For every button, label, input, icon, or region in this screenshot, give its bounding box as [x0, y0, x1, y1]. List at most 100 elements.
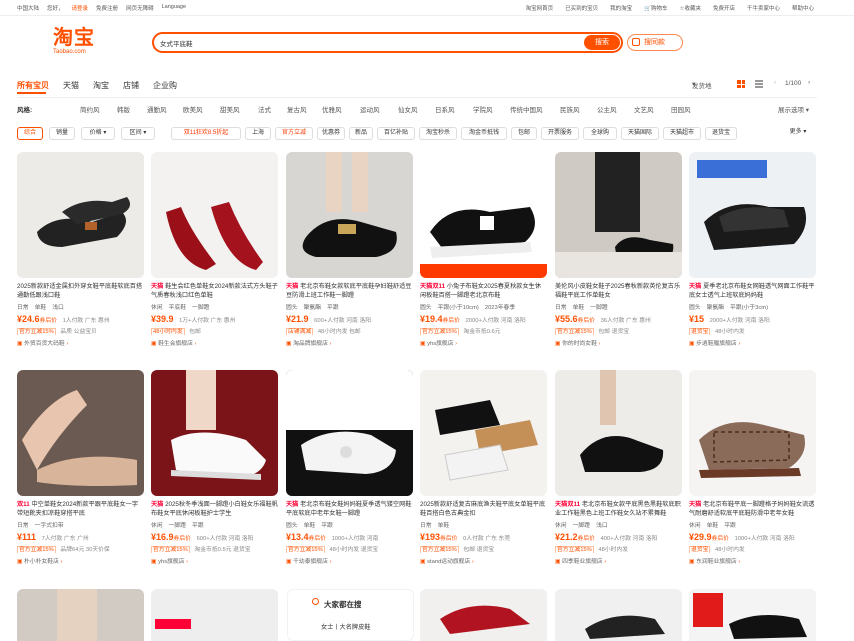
tab-enterprise[interactable]: 企业购	[153, 80, 177, 91]
purchased-link[interactable]: 已买到的宝贝	[565, 4, 598, 12]
chip-tmall-global[interactable]: 天猫国际	[621, 127, 659, 140]
open-shop-link[interactable]: 免费开店	[713, 4, 735, 12]
product-image[interactable]	[689, 152, 816, 278]
chip-invoice[interactable]: 开票服务	[541, 127, 579, 140]
chip-new[interactable]: 新品	[349, 127, 373, 140]
shop-link[interactable]: ▣ 朴小朴女鞋店 ›	[17, 556, 144, 565]
product-title[interactable]: 天猫 老北京布鞋女鞋妈妈鞋夏季透气镂空网鞋平底软底中老年女鞋一脚蹬	[286, 500, 413, 518]
product-title[interactable]: 美伦风小皮鞋女鞋子2025春秋新款英伦复古乐福鞋平底工作单鞋女	[555, 282, 682, 300]
display-options[interactable]: 展示选项 ▾	[778, 104, 809, 114]
product-image[interactable]	[555, 370, 682, 496]
product-card[interactable]	[17, 589, 144, 641]
favorites-link[interactable]: ☆收藏夹	[680, 4, 701, 12]
help-center-link[interactable]: 帮助中心	[792, 4, 814, 12]
product-image[interactable]	[689, 370, 816, 496]
style-option[interactable]: 学院风	[473, 104, 493, 114]
product-card[interactable]: 2025新款舒适复古麻底渔夫鞋平底女单鞋平底鞋百搭白色古典金扣 日常 单鞋 ¥193券…	[420, 370, 547, 565]
style-option[interactable]: 韩版	[117, 104, 130, 114]
product-card[interactable]: 天猫 老北京布鞋女款软底平底鞋孕妇鞋舒适豆豆防滑上班工作鞋一脚蹬 圆头 聚氨酯 平跟 ¥…	[286, 152, 413, 347]
product-title[interactable]: 天猫 鞋生会红色单鞋女2024新款法式方头鞋子气质春秋浅口红色单鞋	[151, 282, 278, 300]
chip-shanghai[interactable]: 上海	[245, 127, 271, 140]
style-option[interactable]: 简约风	[80, 104, 100, 114]
chip-double11[interactable]: 双11狂欢8.5折起	[171, 127, 241, 140]
product-title[interactable]: 双11 中空单鞋女2024新款平跟平底鞋女一字带短靴夹扣凉鞋穿搭平底	[17, 500, 144, 518]
search-input[interactable]	[160, 37, 580, 49]
shop-link[interactable]: ▣ 四季鞋业旗舰店 ›	[555, 556, 682, 565]
taobao-logo[interactable]: 淘宝 Taobao.com	[53, 27, 107, 56]
product-image[interactable]	[151, 589, 278, 641]
shop-link[interactable]: ▣ 淘品牌旗舰店 ›	[286, 338, 413, 347]
product-image[interactable]	[286, 370, 413, 496]
shop-link[interactable]: ▣ 千幼泰旗舰店 ›	[286, 556, 413, 565]
chip-subsidy[interactable]: 百亿补贴	[377, 127, 415, 140]
product-title[interactable]: 2025新款舒适金属扣外穿女鞋平底鞋软底百搭通勤低跟浅口鞋	[17, 282, 144, 300]
product-title[interactable]: 天猫双11 小兔子布鞋女2025春夏秋款女生休闲板鞋百搭一脚蹬老北京布鞋	[420, 282, 547, 300]
style-option[interactable]: 通勤风	[147, 104, 167, 114]
shop-link[interactable]: ▣ yhs旗舰店 ›	[151, 556, 278, 565]
product-title[interactable]: 天猫 老北京布鞋平底一脚蹬格子妈妈鞋女流透气耐磨舒适软底平底鞋防滑中老年女鞋	[689, 500, 816, 518]
tab-all[interactable]: 所有宝贝	[17, 80, 49, 91]
product-card[interactable]: 天猫 鞋生会红色单鞋女2024新款法式方头鞋子气质春秋浅口红色单鞋 休闲 平底鞋 一脚…	[151, 152, 278, 347]
product-image[interactable]	[420, 152, 547, 278]
product-image[interactable]	[689, 589, 816, 641]
product-card[interactable]: 2025新款舒适金属扣外穿女鞋平底鞋软底百搭通勤低跟浅口鞋 日常 单鞋 浅口 ¥24.6…	[17, 152, 144, 347]
style-option[interactable]: 法式	[258, 104, 271, 114]
chip-price[interactable]: 价格 ▾	[81, 127, 115, 140]
seller-center-link[interactable]: 千牛卖家中心	[747, 4, 780, 12]
product-image[interactable]	[151, 370, 278, 496]
product-image[interactable]	[17, 152, 144, 278]
product-card[interactable]: 天猫 2025秋冬季浅面一脚蹬小白鞋女乐福鞋帆布鞋女平底休闲板鞋护士学生 休闲 一脚…	[151, 370, 278, 565]
product-card[interactable]: 天猫双11 老北京布鞋女款平底黑色黑鞋软底职业工作鞋黑色上班工作鞋女久站不累舞鞋…	[555, 370, 682, 565]
shop-link[interactable]: ▣ 步逍鞋履旗舰店 ›	[689, 338, 816, 347]
shop-link[interactable]: ▣ yhs旗舰店 ›	[420, 338, 547, 347]
ship-from-selector[interactable]: 发货地 ▾	[692, 80, 712, 90]
product-image[interactable]	[555, 589, 682, 641]
cart-link[interactable]: 🛒购物车	[644, 4, 667, 12]
login-link[interactable]: 请登录	[72, 4, 89, 12]
product-title[interactable]: 2025新款舒适复古麻底渔夫鞋平底女单鞋平底鞋百搭白色古典金扣	[420, 500, 547, 518]
product-title[interactable]: 天猫 老北京布鞋女款软底平底鞋孕妇鞋舒适豆豆防滑上班工作鞋一脚蹬	[286, 282, 413, 300]
tab-shops[interactable]: 店铺	[123, 80, 139, 91]
next-page-icon[interactable]: ›	[808, 79, 810, 86]
product-card[interactable]: 天猫 夏季老北京布鞋女网鞋透气网面工作鞋平底女士透气上班软底妈妈鞋 圆头 聚氨酯 平跟…	[689, 152, 816, 347]
shop-link[interactable]: ▣ 鞋生会旗舰店 ›	[151, 338, 278, 347]
product-image[interactable]	[286, 152, 413, 278]
style-option[interactable]: 文艺风	[634, 104, 654, 114]
chip-tmall-market[interactable]: 天猫超市	[663, 127, 701, 140]
chip-flash-sale[interactable]: 淘宝秒杀	[419, 127, 457, 140]
product-card[interactable]: 天猫双11 小兔子布鞋女2025春夏秋款女生休闲板鞋百搭一脚蹬老北京布鞋 圆头 平跟…	[420, 152, 547, 347]
product-image[interactable]	[420, 370, 547, 496]
style-option[interactable]: 田园风	[671, 104, 691, 114]
style-option[interactable]: 公主风	[597, 104, 617, 114]
product-card[interactable]: 双11 中空单鞋女2024新款平跟平底鞋女一字带短靴夹扣凉鞋穿搭平底 日常 一字式扣…	[17, 370, 144, 565]
chip-comprehensive[interactable]: 综合	[17, 127, 43, 140]
product-card[interactable]	[689, 589, 816, 641]
product-title[interactable]: 天猫 夏季老北京布鞋女网鞋透气网面工作鞋平底女士透气上班软底妈妈鞋	[689, 282, 816, 300]
product-image[interactable]	[555, 152, 682, 278]
style-option[interactable]: 优雅风	[322, 104, 342, 114]
tab-tmall[interactable]: 天猫	[63, 80, 79, 91]
product-image[interactable]	[17, 370, 144, 496]
style-option[interactable]: 甜美风	[220, 104, 240, 114]
chip-coins[interactable]: 淘金币抵钱	[461, 127, 507, 140]
shop-link[interactable]: ▣ 东润鞋业旗舰店 ›	[689, 556, 816, 565]
product-card[interactable]: 天猫 老北京布鞋女鞋妈妈鞋夏季透气镂空网鞋平底软底中老年女鞋一脚蹬 圆头 单鞋 平跟 ¥…	[286, 370, 413, 565]
prev-page-icon[interactable]: ‹	[774, 79, 776, 86]
search-button[interactable]: 搜索	[584, 35, 620, 50]
chip-official-discount[interactable]: 官方立减	[275, 127, 313, 140]
register-link[interactable]: 免费注册	[96, 4, 118, 12]
accessibility-link[interactable]: 网页无障碍	[126, 4, 154, 12]
product-title[interactable]: 天猫双11 老北京布鞋女款平底黑色黑鞋软底职业工作鞋黑色上班工作鞋女久站不累舞鞋	[555, 500, 682, 518]
chip-global[interactable]: 全球购	[583, 127, 617, 140]
image-search-button[interactable]: 搜同款	[627, 34, 683, 51]
shop-link[interactable]: ▣ stand运动旗舰店 ›	[420, 556, 547, 565]
tab-taobao[interactable]: 淘宝	[93, 80, 109, 91]
my-taobao-link[interactable]: 我的淘宝	[610, 4, 632, 12]
product-card[interactable]	[555, 589, 682, 641]
style-option[interactable]: 日系风	[435, 104, 455, 114]
product-image[interactable]	[151, 152, 278, 278]
language-selector[interactable]: Language	[162, 4, 186, 12]
style-option[interactable]: 民族风	[560, 104, 580, 114]
product-card[interactable]: 美伦风小皮鞋女鞋子2025春秋新款英伦复古乐福鞋平底工作单鞋女 日常 单鞋 一脚蹬 ¥5…	[555, 152, 682, 347]
taobao-home-link[interactable]: 淘宝网首页	[526, 4, 554, 12]
